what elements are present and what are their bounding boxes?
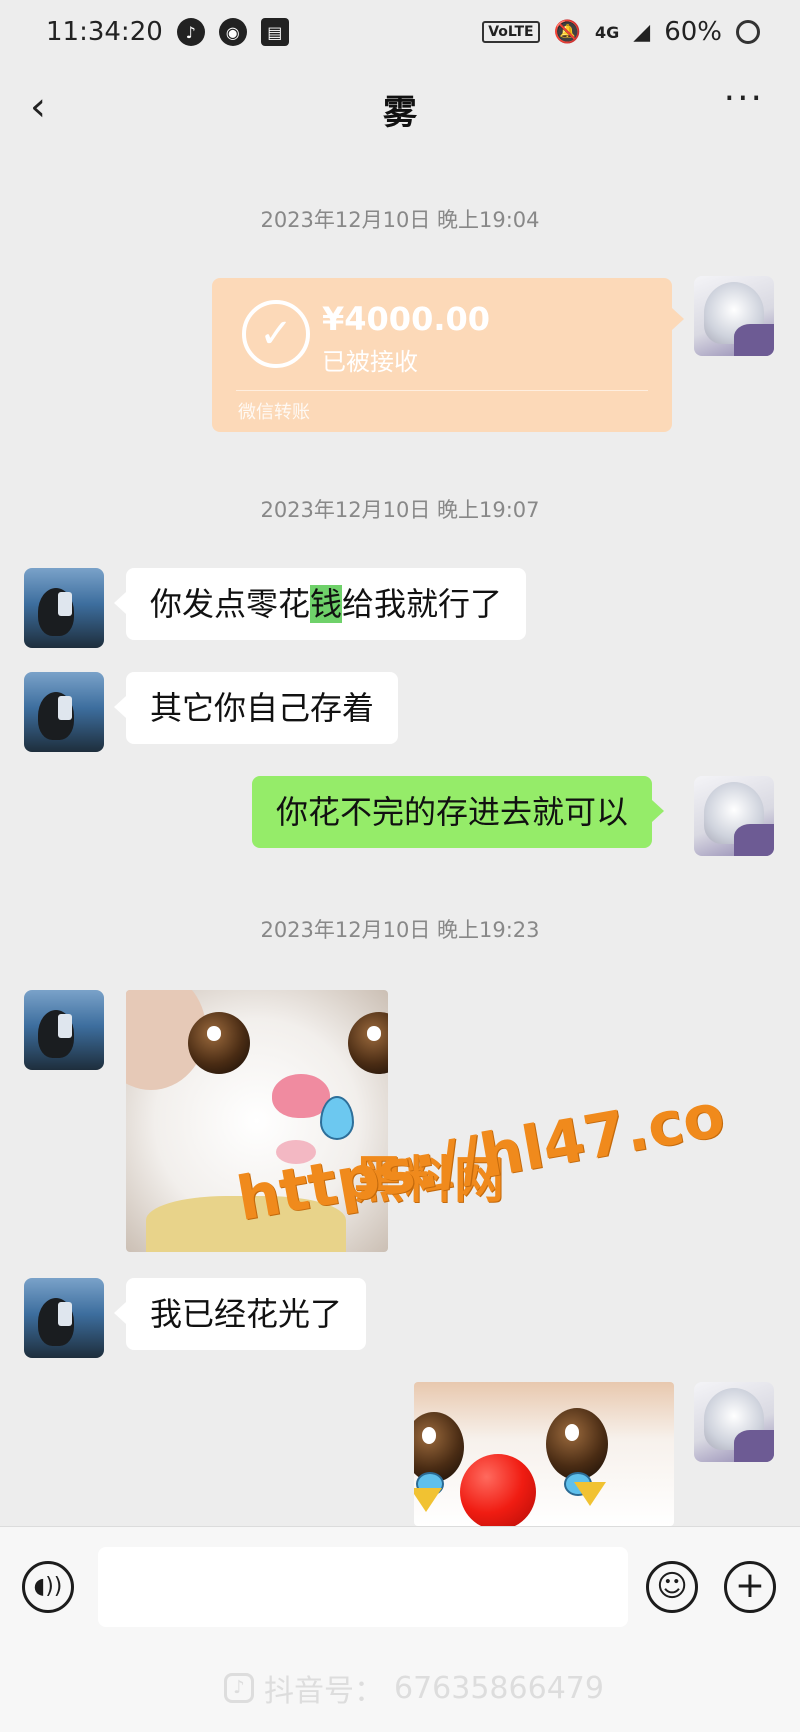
voice-icon: ◖)): [33, 1574, 63, 1599]
emoji-icon: ☺: [656, 1569, 688, 1604]
cat-eye: [348, 1012, 388, 1074]
cat-eye: [546, 1408, 608, 1480]
avatar-phone: [58, 696, 72, 720]
volte-badge: VoLTE: [482, 21, 540, 43]
douyin-id: 67635866479: [394, 1670, 604, 1706]
blush-mark: [574, 1482, 606, 1506]
chat-header: ‹ 雾 ···: [0, 64, 800, 154]
clown-cat-sticker[interactable]: [414, 1382, 674, 1526]
status-right: VoLTE 🔕 4G ◢ 60%: [482, 17, 760, 47]
input-bar: ◖)) ☺ +: [0, 1526, 800, 1647]
cat-eye: [188, 1012, 250, 1074]
contact-avatar[interactable]: [24, 568, 104, 648]
bottom-area: ♪ 抖音号： 67635866479: [0, 1646, 800, 1732]
clown-nose: [460, 1454, 536, 1526]
message-text: 我已经花光了: [150, 1295, 343, 1333]
message-bubble-received[interactable]: 你发点零花钱给我就行了: [113, 568, 527, 640]
transfer-card[interactable]: ✓ ¥4000.00 已被接收 微信转账: [212, 278, 684, 432]
message-text: 你花不完的存进去就可以: [276, 793, 629, 831]
message-input[interactable]: [98, 1547, 628, 1627]
my-avatar[interactable]: [694, 1382, 774, 1462]
message-bubble-received[interactable]: 其它你自己存着: [113, 672, 399, 744]
battery-label: 60%: [664, 17, 722, 47]
chevron-left-icon: ‹: [30, 84, 46, 130]
location-icon: ◉: [218, 18, 247, 46]
tiktok-icon: ♪: [176, 18, 205, 46]
my-avatar[interactable]: [694, 276, 774, 356]
message-text: 其它你自己存着: [150, 689, 375, 727]
avatar-cloak: [734, 324, 774, 356]
message-bubble-sent[interactable]: 你花不完的存进去就可以: [252, 776, 665, 848]
timestamp: 2023年12月10日 晚上19:23: [260, 918, 540, 942]
emoji-button[interactable]: ☺: [646, 1561, 698, 1613]
status-bar: 11:34:20 ♪ ◉ ▤ VoLTE 🔕 4G ◢ 60%: [0, 0, 800, 64]
more-button[interactable]: ···: [724, 78, 764, 119]
message-text: 你发点零花: [150, 585, 311, 623]
chat-title: 雾: [383, 92, 417, 133]
transfer-status: 已被接收: [322, 348, 418, 376]
signal-icon: ◢: [633, 19, 651, 45]
contact-avatar[interactable]: [24, 672, 104, 752]
check-circle-icon: ✓: [242, 300, 310, 368]
transfer-amount: ¥4000.00: [322, 300, 491, 338]
avatar-phone: [58, 592, 72, 616]
avatar-phone: [58, 1014, 72, 1038]
signal-label: 4G: [595, 22, 620, 42]
transfer-divider: [236, 390, 648, 391]
status-time: 11:34:20: [46, 17, 163, 47]
douyin-watermark: ♪ 抖音号： 67635866479: [224, 1666, 604, 1710]
back-button[interactable]: ‹: [30, 84, 46, 130]
timestamp: 2023年12月10日 晚上19:04: [260, 208, 540, 232]
highlighted-text: 钱: [310, 585, 343, 623]
transfer-footer: 微信转账: [238, 402, 310, 423]
mute-icon: 🔕: [553, 19, 582, 45]
plus-icon: +: [734, 1565, 766, 1606]
timestamp: 2023年12月10日 晚上19:07: [260, 498, 540, 522]
message-bubble-received[interactable]: 我已经花光了: [113, 1278, 367, 1350]
tear-icon: [320, 1096, 354, 1140]
status-left: 11:34:20 ♪ ◉ ▤: [46, 17, 289, 47]
message-icon: ▤: [260, 18, 289, 46]
avatar-cloak: [734, 824, 774, 856]
douyin-logo-icon: ♪: [224, 1673, 254, 1703]
avatar-phone: [58, 1302, 72, 1326]
plus-button[interactable]: +: [724, 1561, 776, 1613]
douyin-label: 抖音号：: [264, 1674, 384, 1709]
battery-icon: [736, 20, 760, 44]
my-avatar[interactable]: [694, 776, 774, 856]
avatar-cloak: [734, 1430, 774, 1462]
voice-button[interactable]: ◖)): [22, 1561, 74, 1613]
contact-avatar[interactable]: [24, 1278, 104, 1358]
blush-mark: [414, 1488, 442, 1512]
cat-eye: [414, 1412, 464, 1482]
contact-avatar[interactable]: [24, 990, 104, 1070]
message-text: 给我就行了: [342, 585, 503, 623]
